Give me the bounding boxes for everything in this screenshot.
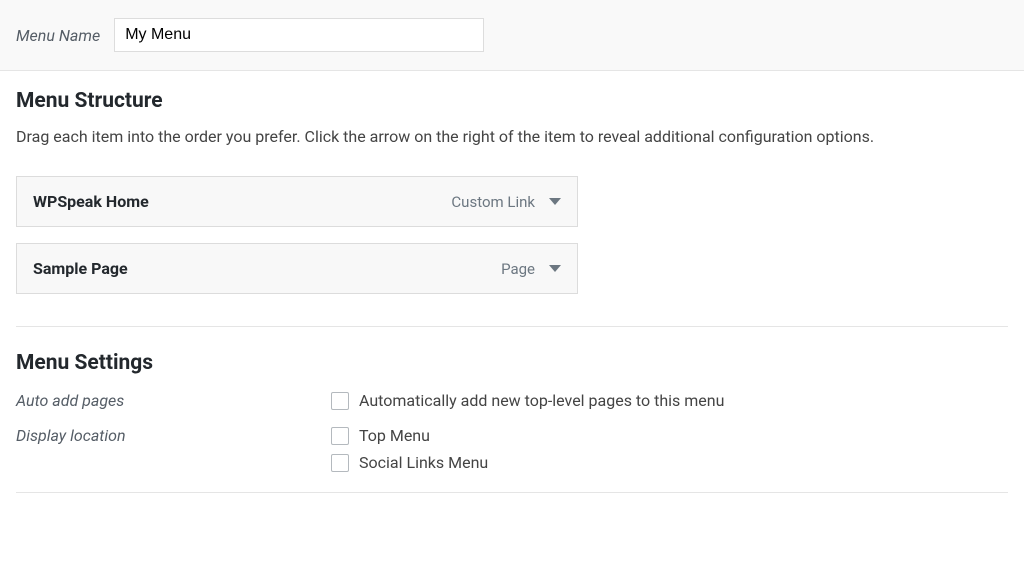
menu-name-header: Menu Name	[0, 0, 1024, 71]
chevron-down-icon[interactable]	[549, 265, 561, 272]
auto-add-pages-option[interactable]: Automatically add new top-level pages to…	[331, 391, 724, 410]
display-location-option[interactable]: Top Menu	[331, 426, 488, 445]
menu-items-list: WPSpeak Home Custom Link Sample Page Pag…	[16, 176, 1008, 294]
auto-add-pages-row: Auto add pages Automatically add new top…	[16, 391, 1008, 410]
display-location-option-text: Top Menu	[359, 426, 430, 445]
menu-structure-heading: Menu Structure	[16, 89, 1008, 113]
menu-item-title: Sample Page	[33, 259, 128, 278]
menu-name-input[interactable]	[114, 18, 484, 52]
social-links-checkbox[interactable]	[331, 454, 349, 472]
menu-item-controls: Page	[501, 260, 561, 278]
auto-add-checkbox[interactable]	[331, 392, 349, 410]
menu-settings-grid: Auto add pages Automatically add new top…	[16, 391, 1008, 472]
menu-item[interactable]: Sample Page Page	[16, 243, 578, 294]
auto-add-pages-value: Automatically add new top-level pages to…	[331, 391, 724, 410]
menu-settings-heading: Menu Settings	[16, 351, 1008, 375]
menu-item[interactable]: WPSpeak Home Custom Link	[16, 176, 578, 227]
chevron-down-icon[interactable]	[549, 198, 561, 205]
display-location-label: Display location	[16, 426, 331, 445]
menu-item-title: WPSpeak Home	[33, 192, 149, 211]
auto-add-option-text: Automatically add new top-level pages to…	[359, 391, 724, 410]
top-menu-checkbox[interactable]	[331, 427, 349, 445]
display-location-option-text: Social Links Menu	[359, 453, 488, 472]
display-location-row: Display location Top Menu Social Links M…	[16, 426, 1008, 472]
auto-add-pages-label: Auto add pages	[16, 391, 331, 410]
section-divider	[16, 326, 1008, 327]
display-location-option[interactable]: Social Links Menu	[331, 453, 488, 472]
menu-item-type: Page	[501, 260, 535, 278]
menu-name-label: Menu Name	[16, 26, 100, 45]
menu-item-type: Custom Link	[451, 193, 535, 211]
display-location-value: Top Menu Social Links Menu	[331, 426, 488, 472]
section-divider	[16, 492, 1008, 493]
menu-structure-description: Drag each item into the order you prefer…	[16, 127, 1008, 146]
menu-item-controls: Custom Link	[451, 193, 561, 211]
